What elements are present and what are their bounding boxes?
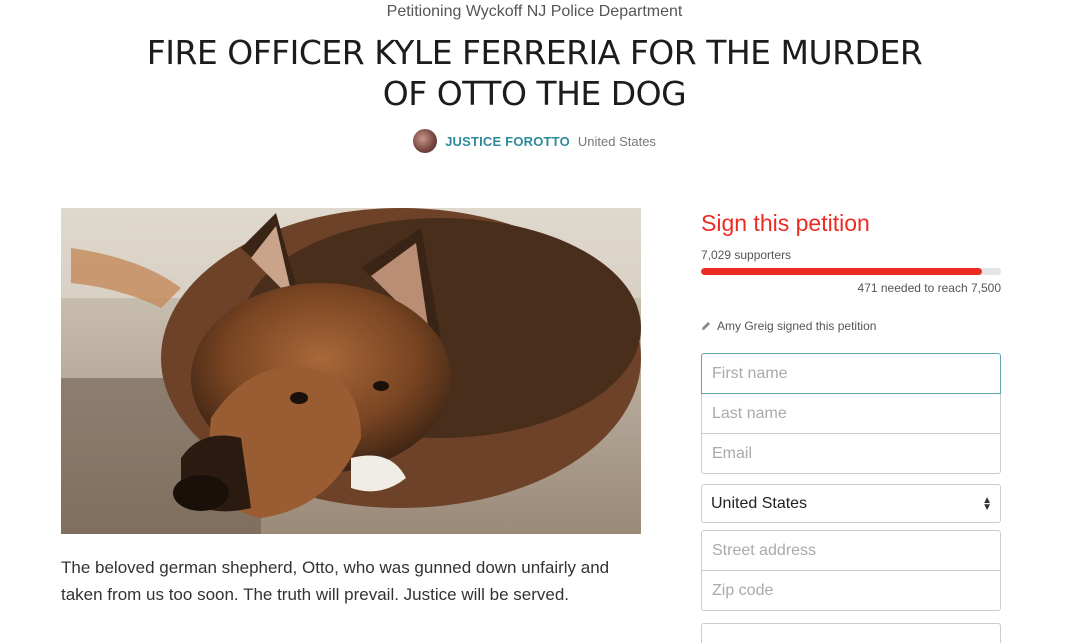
petition-target: Petitioning Wyckoff NJ Police Department (386, 3, 683, 20)
petition-description: The beloved german shepherd, Otto, who w… (61, 558, 610, 604)
petition-starter: JUSTICE FOROTTO United States (0, 129, 1069, 153)
email-field[interactable]: Email (701, 433, 1001, 474)
supporter-count: 7,029 supporters (701, 248, 792, 262)
zip-code-field[interactable]: Zip code (701, 570, 1001, 611)
progress-bar-fill (701, 268, 983, 275)
pencil-icon (702, 322, 710, 330)
starter-location: United States (577, 133, 656, 149)
first-name-field[interactable]: First name (701, 353, 1001, 394)
progress-bar (701, 268, 1001, 275)
dog-photo-illustration (61, 208, 641, 534)
next-field[interactable] (701, 623, 1001, 643)
page-title: FIRE OFFICER KYLE FERRERIA FOR THE MURDE… (0, 32, 1069, 114)
avatar[interactable] (413, 129, 438, 153)
sign-heading: Sign this petition (701, 210, 870, 236)
last-name-field[interactable]: Last name (701, 393, 1001, 434)
recent-signer: Amy Greig signed this petition (701, 319, 1001, 333)
title-line-2: OF OTTO THE DOG (382, 74, 687, 113)
sign-panel: Sign this petition 7,029 supporters 471 … (701, 208, 1001, 643)
recent-signer-text: Amy Greig signed this petition (717, 319, 877, 333)
title-line-1: FIRE OFFICER KYLE FERRERIA FOR THE MURDE… (146, 33, 923, 72)
starter-name-link[interactable]: JUSTICE FOROTTO (445, 134, 570, 149)
country-select-value: United States (711, 494, 808, 512)
petition-photo (61, 208, 641, 534)
select-arrows-icon: ▲ ▼ (982, 494, 992, 513)
street-address-field[interactable]: Street address (701, 530, 1001, 571)
sign-form: First name Last name Email United States… (701, 353, 1001, 643)
country-select[interactable]: United States ▲ ▼ (701, 484, 1001, 523)
signatures-needed: 471 needed to reach 7,500 (857, 281, 1001, 295)
